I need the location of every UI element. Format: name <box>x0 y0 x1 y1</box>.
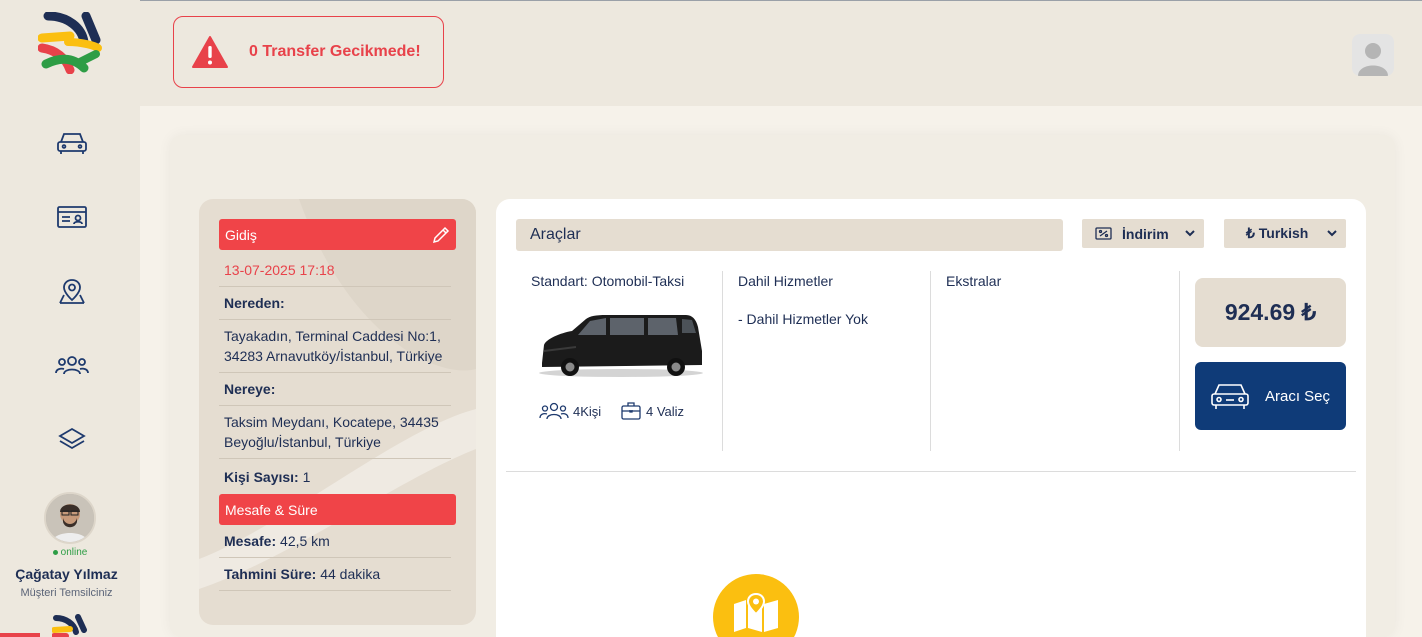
user-placeholder-icon <box>1358 43 1388 76</box>
persons-text: 4Kişi <box>573 403 602 419</box>
nav-users[interactable] <box>55 348 89 382</box>
chevron-down-icon <box>1185 230 1195 237</box>
distance-label: Mesafe: <box>224 533 277 549</box>
brand-logo[interactable] <box>38 12 102 74</box>
footer-logo <box>52 614 87 637</box>
distance-header: Mesafe & Süre <box>219 494 456 525</box>
vehicle-row-divider <box>506 471 1356 472</box>
column-divider <box>930 271 931 451</box>
trip-datetime: 13-07-2025 17:18 <box>219 250 451 287</box>
discount-select-value: İndirim <box>1122 225 1169 242</box>
included-item: - Dahil Hizmetler Yok <box>738 311 868 327</box>
luggage-text: 4 Valiz <box>646 403 685 419</box>
from-address: Tayakadın, Terminal Caddesi No:1, 34283 … <box>219 320 451 373</box>
price-badge: 924.69 ₺ <box>1195 278 1346 347</box>
vehicles-panel: Araçlar İndirim ₺ Turkish Standart: Otom… <box>496 199 1366 637</box>
top-border <box>0 0 1422 1</box>
from-label: Nereden: <box>219 287 451 320</box>
included-title: Dahil Hizmetler <box>738 273 833 289</box>
vehicles-header: Araçlar <box>516 219 1063 251</box>
distance-row: Mesafe: 42,5 km <box>219 525 451 558</box>
car-icon <box>1211 384 1249 409</box>
map-badge <box>713 574 799 637</box>
user-photo-icon <box>46 494 94 542</box>
column-divider <box>1179 271 1180 451</box>
users-icon <box>55 356 89 375</box>
discount-select[interactable]: İndirim <box>1082 219 1204 248</box>
car-icon <box>57 133 87 154</box>
select-vehicle-button[interactable]: Aracı Seç <box>1195 362 1346 430</box>
nav-vehicles[interactable] <box>55 126 89 160</box>
departure-header: Gidiş <box>219 219 456 250</box>
online-dot <box>52 549 58 555</box>
passenger-count: Kişi Sayısı: 1 <box>219 459 451 494</box>
trip-summary-card: Gidiş 13-07-2025 17:18 Nereden: Tayakadı… <box>199 199 476 625</box>
duration-label: Tahmini Süre: <box>224 566 317 582</box>
nav-locations[interactable] <box>55 274 89 308</box>
trip-details: Gidiş 13-07-2025 17:18 Nereden: Tayakadı… <box>219 219 456 591</box>
map-pin-icon <box>59 279 85 304</box>
van-image <box>539 315 703 377</box>
delayed-transfer-alert[interactable]: 0 Transfer Gecikmede! <box>173 16 444 88</box>
currency-select-value: ₺ Turkish <box>1246 225 1309 241</box>
to-label: Nereye: <box>219 373 451 406</box>
user-avatar[interactable] <box>44 492 96 544</box>
luggage-capacity: 4 Valiz <box>620 401 684 421</box>
profile-avatar[interactable] <box>1352 34 1394 76</box>
online-status: online <box>0 547 140 558</box>
passenger-label: Kişi Sayısı: <box>224 469 299 485</box>
departure-title: Gidiş <box>225 226 257 243</box>
vehicle-name: Standart: Otomobil-Taksi <box>531 273 685 289</box>
duration-value: 44 dakika <box>320 566 381 582</box>
nav-reservations[interactable] <box>55 200 89 234</box>
select-vehicle-label: Aracı Seç <box>1265 387 1331 405</box>
online-text: online <box>60 547 88 558</box>
passenger-value: 1 <box>302 469 311 485</box>
nav-layers[interactable] <box>55 422 89 456</box>
active-indicator <box>0 633 40 637</box>
distance-title: Mesafe & Süre <box>225 501 318 518</box>
to-address: Taksim Meydanı, Kocatepe, 34435 Beyoğlu/… <box>219 406 451 459</box>
user-role: Müşteri Temsilciniz <box>20 587 113 599</box>
duration-row: Tahmini Süre: 44 dakika <box>219 558 451 591</box>
passenger-capacity: 4Kişi <box>539 401 601 421</box>
id-card-icon <box>57 206 87 228</box>
sidebar: online Çağatay Yılmaz Müşteri Temsilcini… <box>0 0 140 637</box>
warning-icon <box>192 36 228 68</box>
pencil-icon[interactable] <box>431 225 451 245</box>
distance-value: 42,5 km <box>280 533 330 549</box>
layers-icon <box>58 427 86 450</box>
currency-select[interactable]: ₺ Turkish <box>1224 219 1346 248</box>
alert-text: 0 Transfer Gecikmede! <box>249 43 421 60</box>
column-divider <box>722 271 723 451</box>
discount-icon <box>1095 227 1112 240</box>
suitcase-icon <box>621 402 641 420</box>
user-name: Çağatay Yılmaz <box>15 566 118 582</box>
users-icon <box>539 402 569 420</box>
chevron-down-icon <box>1327 230 1337 237</box>
map-icon <box>734 592 778 632</box>
extras-title: Ekstralar <box>946 273 1002 289</box>
